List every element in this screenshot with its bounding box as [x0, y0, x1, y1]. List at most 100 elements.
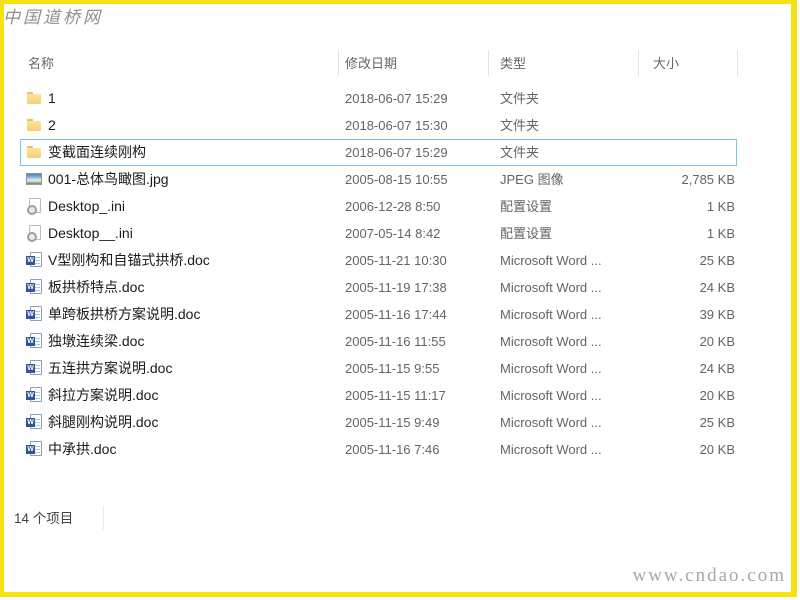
file-row[interactable]: 变截面连续刚构 2018-06-07 15:29 文件夹 — [20, 139, 737, 166]
file-name: 独墩连续梁.doc — [48, 333, 145, 349]
file-size: 25 KB — [699, 253, 735, 268]
file-date-modified: 2018-06-07 15:29 — [345, 91, 448, 106]
column-divider[interactable] — [638, 50, 639, 76]
file-name: 单跨板拱桥方案说明.doc — [48, 306, 201, 322]
file-date-modified: 2005-11-16 7:46 — [345, 442, 440, 457]
file-name: V型刚构和自锚式拱桥.doc — [48, 252, 210, 268]
file-row[interactable]: 1 2018-06-07 15:29 文件夹 — [20, 85, 737, 112]
file-name: 斜拉方案说明.doc — [48, 387, 159, 403]
file-date-modified: 2005-08-15 10:55 — [345, 172, 448, 187]
file-row[interactable]: 独墩连续梁.doc 2005-11-16 11:55 Microsoft Wor… — [20, 328, 737, 355]
file-date-modified: 2005-11-16 11:55 — [345, 334, 446, 349]
watermark-bottom-right: www.cndao.com — [632, 565, 786, 586]
file-name: 板拱桥特点.doc — [48, 279, 145, 295]
file-type: Microsoft Word ... — [500, 253, 602, 268]
file-date-modified: 2005-11-16 17:44 — [345, 307, 447, 322]
word-icon — [26, 252, 42, 268]
file-type: 文件夹 — [500, 91, 540, 106]
file-row[interactable]: 板拱桥特点.doc 2005-11-19 17:38 Microsoft Wor… — [20, 274, 737, 301]
frame-border-bottom — [4, 592, 797, 597]
file-row[interactable]: 中承拱.doc 2005-11-16 7:46 Microsoft Word .… — [20, 436, 737, 463]
file-size: 24 KB — [699, 361, 735, 376]
column-header-type[interactable]: 类型 — [500, 50, 526, 77]
file-size: 25 KB — [699, 415, 735, 430]
file-size: 24 KB — [699, 280, 735, 295]
frame-border-right — [791, 4, 797, 597]
file-date-modified: 2005-11-19 17:38 — [345, 280, 447, 295]
word-icon — [26, 279, 42, 295]
column-header-size[interactable]: 大小 — [653, 50, 679, 77]
file-type: Microsoft Word ... — [500, 361, 602, 376]
file-row[interactable]: Desktop__.ini 2007-05-14 8:42 配置设置 1 KB — [20, 220, 737, 247]
word-icon — [26, 387, 42, 403]
word-icon — [26, 306, 42, 322]
file-date-modified: 2018-06-07 15:29 — [345, 145, 448, 160]
file-size: 1 KB — [706, 199, 735, 214]
file-row[interactable]: V型刚构和自锚式拱桥.doc 2005-11-21 10:30 Microsof… — [20, 247, 737, 274]
column-divider[interactable] — [338, 50, 339, 76]
file-type: Microsoft Word ... — [500, 388, 602, 403]
file-date-modified: 2007-05-14 8:42 — [345, 226, 441, 241]
folder-icon — [26, 90, 42, 106]
file-row[interactable]: 001-总体鸟瞰图.jpg 2005-08-15 10:55 JPEG 图像 2… — [20, 166, 737, 193]
status-bar-divider — [103, 506, 104, 530]
file-date-modified: 2006-12-28 8:50 — [345, 199, 441, 214]
file-name: 变截面连续刚构 — [48, 144, 146, 160]
file-name: 2 — [48, 117, 56, 133]
word-icon — [26, 441, 42, 457]
file-name: Desktop__.ini — [48, 225, 133, 241]
file-type: Microsoft Word ... — [500, 442, 602, 457]
file-name: Desktop_.ini — [48, 198, 126, 214]
folder-icon — [26, 144, 42, 160]
watermark-top-left: 中国道桥网 — [3, 8, 103, 28]
file-type: Microsoft Word ... — [500, 334, 602, 349]
word-icon — [26, 414, 42, 430]
column-header-name[interactable]: 名称 — [28, 50, 54, 77]
file-size: 2,785 KB — [681, 172, 736, 187]
file-type: JPEG 图像 — [500, 172, 564, 187]
file-row[interactable]: 单跨板拱桥方案说明.doc 2005-11-16 17:44 Microsoft… — [20, 301, 737, 328]
file-type: 文件夹 — [500, 145, 540, 160]
status-bar-item-count: 14 个项目 — [14, 511, 74, 526]
file-size: 20 KB — [699, 388, 735, 403]
ini-icon — [26, 198, 42, 215]
file-date-modified: 2005-11-15 9:49 — [345, 415, 440, 430]
column-divider[interactable] — [488, 50, 489, 76]
file-name: 001-总体鸟瞰图.jpg — [48, 171, 169, 187]
file-name: 中承拱.doc — [48, 441, 117, 457]
file-date-modified: 2005-11-21 10:30 — [345, 253, 447, 268]
folder-icon — [26, 117, 42, 133]
file-name: 五连拱方案说明.doc — [48, 360, 173, 376]
file-row[interactable]: Desktop_.ini 2006-12-28 8:50 配置设置 1 KB — [20, 193, 737, 220]
ini-icon — [26, 225, 42, 242]
file-date-modified: 2005-11-15 11:17 — [345, 388, 446, 403]
frame-border-top — [0, 0, 797, 4]
file-size: 20 KB — [699, 334, 735, 349]
list-column-header: 名称 修改日期 类型 大小 — [0, 50, 760, 77]
file-size: 39 KB — [699, 307, 735, 322]
file-type: Microsoft Word ... — [500, 280, 602, 295]
file-date-modified: 2005-11-15 9:55 — [345, 361, 440, 376]
file-size: 20 KB — [699, 442, 735, 457]
file-type: Microsoft Word ... — [500, 307, 602, 322]
column-divider[interactable] — [737, 50, 738, 76]
file-row[interactable]: 斜腿刚构说明.doc 2005-11-15 9:49 Microsoft Wor… — [20, 409, 737, 436]
file-list: 1 2018-06-07 15:29 文件夹 2 2018-06-07 15:3… — [20, 85, 737, 463]
word-icon — [26, 360, 42, 376]
file-name: 1 — [48, 90, 56, 106]
file-type: 配置设置 — [500, 199, 553, 214]
file-row[interactable]: 斜拉方案说明.doc 2005-11-15 11:17 Microsoft Wo… — [20, 382, 737, 409]
file-type: 配置设置 — [500, 226, 553, 241]
file-size: 1 KB — [706, 226, 735, 241]
image-icon — [26, 171, 42, 187]
file-explorer-window: 中国道桥网 www.cndao.com 名称 修改日期 类型 大小 1 2018… — [0, 0, 800, 600]
file-row[interactable]: 五连拱方案说明.doc 2005-11-15 9:55 Microsoft Wo… — [20, 355, 737, 382]
frame-border-left — [0, 0, 4, 597]
file-name: 斜腿刚构说明.doc — [48, 414, 159, 430]
column-header-date-modified[interactable]: 修改日期 — [345, 50, 397, 77]
file-type: Microsoft Word ... — [500, 415, 602, 430]
file-type: 文件夹 — [500, 118, 540, 133]
file-date-modified: 2018-06-07 15:30 — [345, 118, 448, 133]
file-row[interactable]: 2 2018-06-07 15:30 文件夹 — [20, 112, 737, 139]
word-icon — [26, 333, 42, 349]
